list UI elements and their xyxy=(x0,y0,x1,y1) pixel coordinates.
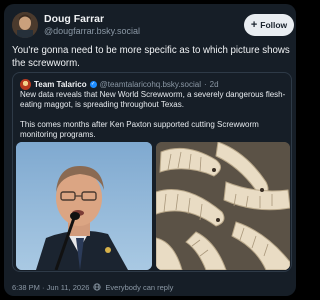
author-name[interactable]: Doug Farrar xyxy=(44,13,214,25)
quoted-paragraph-2: This comes months after Ken Paxton suppo… xyxy=(20,120,259,139)
quoted-post-age[interactable]: 2d xyxy=(210,80,219,89)
quoted-post-text: New data reveals that New World Screwwor… xyxy=(20,90,288,150)
post-text: You're gonna need to be more specific as… xyxy=(12,45,290,69)
screwworm-photo[interactable] xyxy=(156,142,290,270)
author-avatar[interactable] xyxy=(12,12,38,38)
politician-photo[interactable] xyxy=(16,142,152,270)
author-handle[interactable]: @dougfarrar.bsky.social xyxy=(44,25,214,37)
quoted-post-images xyxy=(13,142,291,271)
plus-icon: + xyxy=(250,19,258,31)
page-frame: Doug Farrar @dougfarrar.bsky.social + Fo… xyxy=(0,0,300,300)
quoted-author-name[interactable]: Team Talarico xyxy=(34,80,87,89)
verified-icon: ✓ xyxy=(89,80,97,88)
post-timestamp[interactable]: 6:38 PM · Jun 11, 2026 xyxy=(12,283,89,292)
quoted-post[interactable]: Team Talarico ✓ @teamtalaricohq.bsky.soc… xyxy=(12,72,292,272)
follow-button[interactable]: + Follow xyxy=(244,14,294,36)
header-separator: · xyxy=(203,79,207,89)
avatar-photo xyxy=(12,12,38,38)
quoted-author-handle[interactable]: @teamtalaricohq.bsky.social xyxy=(100,80,201,89)
author-info: Doug Farrar @dougfarrar.bsky.social xyxy=(44,13,214,37)
politician-image xyxy=(16,142,152,270)
quoted-post-header: Team Talarico ✓ @teamtalaricohq.bsky.soc… xyxy=(20,78,219,90)
post-card[interactable]: Doug Farrar @dougfarrar.bsky.social + Fo… xyxy=(4,4,296,296)
post-footer: 6:38 PM · Jun 11, 2026 Everybody can rep… xyxy=(12,282,173,292)
larvae-image xyxy=(156,142,290,270)
reply-setting[interactable]: Everybody can reply xyxy=(105,283,173,292)
globe-icon xyxy=(93,283,102,291)
follow-label: Follow xyxy=(260,20,288,30)
quoted-author-avatar[interactable] xyxy=(20,78,31,90)
quoted-paragraph-1: New data reveals that New World Screwwor… xyxy=(20,90,286,109)
